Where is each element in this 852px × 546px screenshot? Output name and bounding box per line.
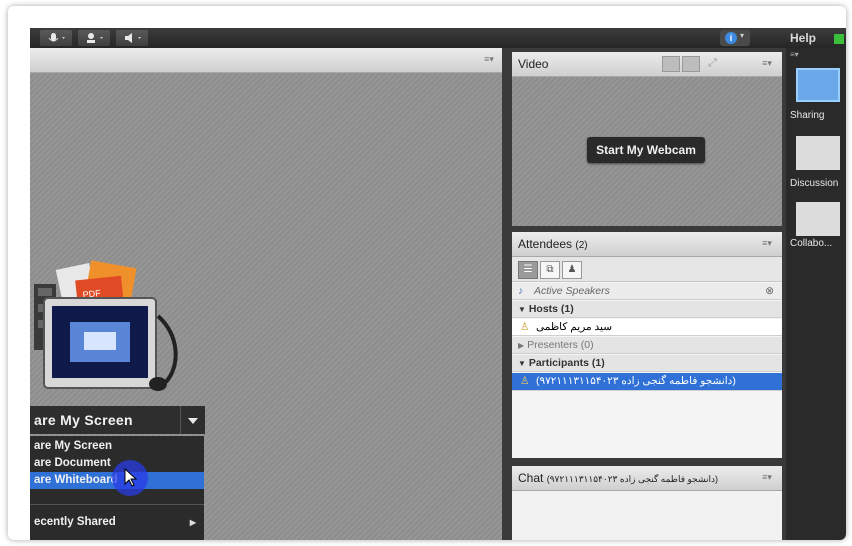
breakout-view-icon[interactable]: ⧉ xyxy=(540,261,560,279)
video-pod-header: Video ⤢ ≡▾ xyxy=(512,52,782,77)
hosts-header-label: Hosts (1) xyxy=(528,303,574,315)
status-view-icon[interactable]: ♟ xyxy=(562,261,582,279)
sharing-layout-icon xyxy=(796,68,840,102)
microphone-button[interactable] xyxy=(40,30,72,46)
participant-user-icon: ♙ xyxy=(520,375,530,387)
share-dropdown-button[interactable] xyxy=(180,406,205,434)
chat-pod: Chat (دانشجو فاطمه گنجی زاده ۹۷۲۱۱۱۳۱۱۵۴… xyxy=(512,466,782,540)
share-illustration-icon: PPT PDF xyxy=(34,260,178,391)
pod-menu-icon[interactable]: ≡▾ xyxy=(482,53,496,65)
attendees-view-toolbar: ☰ ⧉ ♟ xyxy=(512,257,782,282)
chevron-right-icon: ▶ xyxy=(518,341,525,350)
video-pod: Video ⤢ ≡▾ Start My Webcam xyxy=(512,52,782,226)
pod-divider[interactable] xyxy=(502,48,512,540)
active-speakers-label: Active Speakers xyxy=(534,285,610,297)
layout-discussion-label: Discussion xyxy=(790,178,839,189)
chat-recipient: (دانشجو فاطمه گنجی زاده ۹۷۲۱۱۱۳۱۱۵۴۰۲۳) xyxy=(546,474,719,484)
layouts-bar: ≡▾ Sharing Discussion Collabo... xyxy=(786,48,846,540)
chevron-down-icon: ▾ xyxy=(740,31,745,40)
attendees-count: (2) xyxy=(575,240,588,251)
camera-icon xyxy=(87,33,103,43)
menu-divider xyxy=(30,504,204,505)
share-my-screen-button[interactable]: are My Screen xyxy=(30,406,180,434)
pod-menu-icon[interactable]: ≡▾ xyxy=(760,57,774,69)
grid-view-icon[interactable] xyxy=(662,56,680,72)
host-name: سید مریم کاظمی xyxy=(536,321,613,333)
pod-menu-icon[interactable]: ≡▾ xyxy=(760,237,774,249)
share-pod: ≡▾ PPT PDF are My Screen are My Screen a… xyxy=(30,48,502,540)
chat-pod-title: Chat (دانشجو فاطمه گنجی زاده ۹۷۲۱۱۱۳۱۱۵۴… xyxy=(518,466,718,491)
chat-pod-header: Chat (دانشجو فاطمه گنجی زاده ۹۷۲۱۱۱۳۱۱۵۴… xyxy=(512,466,782,491)
presenters-group-header[interactable]: ▶ Presenters (0) xyxy=(512,337,782,354)
chevron-right-icon: ▶ xyxy=(189,518,196,527)
speaker-icon: ♪ xyxy=(518,285,524,297)
video-pod-title: Video xyxy=(518,57,549,71)
filmstrip-view-icon[interactable] xyxy=(682,56,700,72)
speaker-icon xyxy=(125,33,141,43)
attendees-title-text: Attendees xyxy=(518,237,573,251)
layout-collaboration[interactable]: Collabo... xyxy=(790,198,844,262)
connection-status-icon xyxy=(834,34,844,44)
attendees-pod-title: Attendees (2) xyxy=(518,232,588,258)
app-window: i ▾ Help ≡▾ PPT PDF are My Screen xyxy=(8,6,846,540)
info-menu-button[interactable]: i ▾ xyxy=(720,30,750,46)
right-pods-column: Video ⤢ ≡▾ Start My Webcam Attendees (2)… xyxy=(512,48,786,540)
chevron-down-icon: ▼ xyxy=(518,359,526,368)
help-menu[interactable]: Help xyxy=(790,28,816,48)
attendee-host-row[interactable]: ♙ سید مریم کاظمی xyxy=(512,319,782,336)
attendees-pod-header: Attendees (2) ≡▾ xyxy=(512,232,782,257)
hosts-group-header[interactable]: ▼ Hosts (1) xyxy=(512,301,782,318)
recently-shared-label: ecently Shared xyxy=(34,516,116,528)
camera-button[interactable] xyxy=(78,30,110,46)
layout-collaboration-label: Collabo... xyxy=(790,238,833,249)
collaboration-layout-icon xyxy=(796,202,840,236)
menu-item-share-screen[interactable]: are My Screen xyxy=(30,438,204,455)
pod-menu-icon[interactable]: ≡▾ xyxy=(760,471,774,483)
info-icon: i xyxy=(725,32,737,44)
participant-name: (دانشجو فاطمه گنجی زاده ۹۷۲۱۱۱۳۱۱۵۴۰۲۳) xyxy=(536,375,736,387)
participants-header-label: Participants (1) xyxy=(528,357,605,369)
presenters-header-label: Presenters (0) xyxy=(527,339,594,351)
layout-sharing-label: Sharing xyxy=(790,110,825,121)
host-user-icon: ♙ xyxy=(520,321,530,333)
share-pod-header: ≡▾ xyxy=(30,48,502,73)
chat-title-text: Chat xyxy=(518,471,544,485)
layout-discussion[interactable]: Discussion xyxy=(790,132,844,196)
close-icon[interactable]: ⊗ xyxy=(765,283,774,300)
list-view-icon[interactable]: ☰ xyxy=(518,261,538,279)
menu-item-recently-shared[interactable]: ecently Shared ▶ xyxy=(30,514,204,531)
participants-group-header[interactable]: ▼ Participants (1) xyxy=(512,355,782,372)
attendees-pod: Attendees (2) ≡▾ ☰ ⧉ ♟ ♪ Active Speakers… xyxy=(512,232,782,458)
speaker-button[interactable] xyxy=(116,30,148,46)
attendee-participant-row[interactable]: ♙ (دانشجو فاطمه گنجی زاده ۹۷۲۱۱۱۳۱۱۵۴۰۲۳… xyxy=(512,373,782,391)
chevron-down-icon: ▼ xyxy=(518,305,526,314)
top-menu-bar: i ▾ Help xyxy=(8,6,846,48)
mouse-cursor-icon xyxy=(124,468,138,487)
discussion-layout-icon xyxy=(796,136,840,170)
microphone-icon xyxy=(48,33,65,42)
active-speakers-row: ♪ Active Speakers ⊗ xyxy=(512,283,782,300)
layout-sharing[interactable]: Sharing xyxy=(790,64,844,128)
fullscreen-icon[interactable]: ⤢ xyxy=(708,56,722,70)
start-webcam-button[interactable]: Start My Webcam xyxy=(587,137,705,163)
layouts-menu-icon[interactable]: ≡▾ xyxy=(790,50,799,59)
